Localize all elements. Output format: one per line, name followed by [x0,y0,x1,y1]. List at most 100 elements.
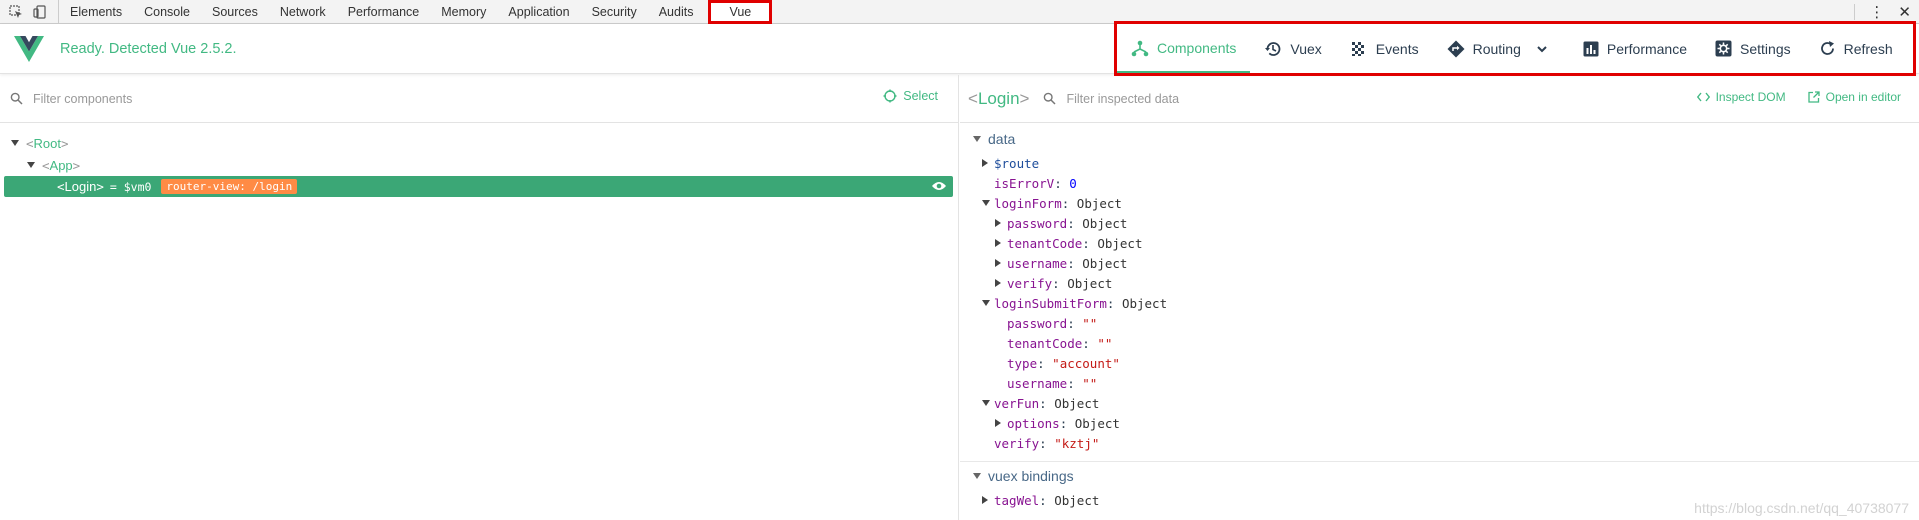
data-section-header[interactable]: data [960,125,1919,153]
data-value: Object [1067,275,1113,291]
tab-performance[interactable]: Performance [337,0,431,24]
inspector-header: <Login> Inspect DOM Open in editor [960,75,1919,123]
data-key: password [1007,315,1068,331]
collapse-arrow-icon[interactable] [995,239,1001,247]
tab-elements[interactable]: Elements [59,0,133,24]
data-value: Object [1097,235,1143,251]
data-row-submit-password: password: "" [1007,315,1098,331]
tree-node-login[interactable]: < Login > = $vm0 router-view: /login [4,176,953,197]
refresh-button[interactable]: Refresh [1805,24,1907,73]
events-button[interactable]: Events [1336,24,1433,73]
devtools-tools [0,0,59,24]
tab-network[interactable]: Network [269,0,337,24]
inspector-links: Inspect DOM Open in editor [1696,90,1901,104]
collapse-arrow-icon[interactable] [995,419,1001,427]
select-component-button[interactable]: Select [883,89,938,103]
tab-memory[interactable]: Memory [430,0,497,24]
vuex-button[interactable]: Vuex [1250,24,1335,73]
search-icon [10,92,23,105]
tab-sources[interactable]: Sources [201,0,269,24]
tree-node-root[interactable]: < Root > [0,132,958,154]
collapse-arrow-icon[interactable] [982,496,988,504]
inspector-pane: <Login> Inspect DOM Open in editor data … [960,75,1919,520]
components-button[interactable]: Components [1117,24,1251,73]
tab-security[interactable]: Security [581,0,648,24]
data-section-title: data [988,131,1016,147]
data-row-loginform-tenantcode[interactable]: tenantCode: Object [960,233,1919,253]
data-key: password [1007,215,1068,231]
data-row-verfun-options[interactable]: options: Object [960,413,1919,433]
component-name: Login [64,179,97,194]
data-row-loginform-password[interactable]: password: Object [960,213,1919,233]
routing-button[interactable]: Routing [1433,24,1563,73]
device-toolbar-icon[interactable] [32,4,48,20]
refresh-label: Refresh [1843,40,1893,57]
performance-button[interactable]: Performance [1569,24,1701,73]
close-icon[interactable]: ✕ [1898,3,1911,21]
tab-console[interactable]: Console [133,0,201,24]
data-key: username [1007,255,1068,271]
data-value: Object [1076,195,1122,211]
vuex-bindings-title: vuex bindings [988,468,1074,484]
open-in-editor-link[interactable]: Open in editor [1807,90,1901,104]
watermark: https://blog.csdn.net/qq_40738077 [1694,500,1909,516]
data-value: "account" [1052,355,1120,371]
refresh-icon [1820,41,1834,55]
tab-application[interactable]: Application [497,0,580,24]
data-row-verfun[interactable]: verFun: Object [960,393,1919,413]
data-value: "" [1082,375,1098,391]
components-icon [1131,40,1149,56]
more-menu-icon[interactable]: ⋮ [1869,3,1884,21]
data-row-route[interactable]: $route [960,153,1919,173]
data-row-submit-type: type: "account" [1007,355,1120,371]
data-row-loginform[interactable]: loginForm: Object [960,193,1919,213]
data-value: "" [1082,315,1098,331]
data-row-loginsubmitform[interactable]: loginSubmitForm: Object [960,293,1919,313]
expand-arrow-icon[interactable] [973,473,981,479]
inspect-dom-link[interactable]: Inspect DOM [1696,90,1786,104]
data-key: verify [994,435,1040,451]
tag-bracket: > [96,179,104,194]
devtools-tabs: Elements Console Sources Network Perform… [59,0,773,24]
settings-button[interactable]: Settings [1701,24,1805,73]
data-row-loginform-verify[interactable]: verify: Object [960,273,1919,293]
tab-vue[interactable]: Vue [708,0,773,24]
expand-arrow-icon[interactable] [982,300,990,306]
inspector-filter-input[interactable] [1066,91,1367,106]
data-value: Object [1082,255,1128,271]
components-label: Components [1157,39,1237,56]
tab-audits[interactable]: Audits [648,0,705,24]
inspect-element-icon[interactable] [8,4,24,20]
open-in-editor-label: Open in editor [1825,90,1901,104]
eye-icon[interactable] [931,180,947,192]
data-key: options [1007,415,1060,431]
expand-arrow-icon[interactable] [27,162,35,168]
vuex-bindings-section-header[interactable]: vuex bindings [960,462,1919,490]
routing-label: Routing [1472,40,1521,57]
component-filter-input[interactable] [33,91,633,106]
router-view-badge: router-view: /login [161,179,298,194]
data-value: Object [1054,395,1100,411]
vm-reference: = $vm0 [109,179,152,194]
expand-arrow-icon[interactable] [973,136,981,142]
vue-header: Ready. Detected Vue 2.5.2. Components Vu… [0,21,1919,76]
inspector-filter[interactable] [1043,91,1367,106]
expand-arrow-icon[interactable] [982,200,990,206]
expand-arrow-icon[interactable] [11,140,19,146]
data-row-verify: verify: "kztj" [994,435,1100,451]
data-key: username [1007,375,1068,391]
collapse-arrow-icon[interactable] [995,259,1001,267]
component-tree-pane: Select <Root> <App> <Login> = $vm0 route… [0,75,959,520]
collapse-arrow-icon[interactable] [995,219,1001,227]
collapse-arrow-icon[interactable] [995,279,1001,287]
data-key: loginForm [994,195,1062,211]
data-key: verFun [994,395,1040,411]
tag-bracket: > [72,157,81,173]
component-filter-row: Select [0,75,958,123]
expand-arrow-icon[interactable] [982,400,990,406]
tree-node-app[interactable]: < App > [0,154,958,176]
data-row-loginform-username[interactable]: username: Object [960,253,1919,273]
collapse-arrow-icon[interactable] [982,159,988,167]
tag-bracket: < [57,179,65,194]
data-key: type [1007,355,1038,371]
